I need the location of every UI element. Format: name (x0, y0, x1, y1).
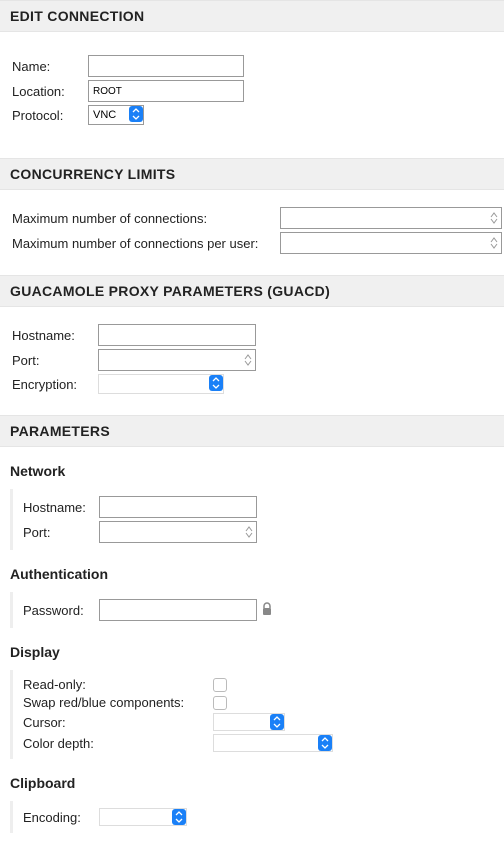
guacd-encryption-select-icon[interactable] (209, 375, 223, 391)
guacd-hostname-input[interactable] (98, 324, 256, 346)
max-conn-user-input[interactable] (280, 232, 502, 254)
guacd-port-stepper-icon[interactable] (244, 351, 254, 369)
name-input[interactable] (88, 55, 244, 77)
subheader-auth: Authentication (0, 558, 504, 590)
max-conn-label: Maximum number of connections: (12, 211, 280, 226)
clip-encoding-label: Encoding: (23, 810, 99, 825)
cursor-select-icon[interactable] (270, 714, 284, 730)
guacd-encryption-select[interactable] (98, 374, 224, 394)
section-header-edit-connection: EDIT CONNECTION (0, 0, 504, 32)
section-header-concurrency: CONCURRENCY LIMITS (0, 158, 504, 190)
max-conn-input[interactable] (280, 207, 502, 229)
lock-icon (261, 602, 273, 619)
cursor-label: Cursor: (23, 715, 213, 730)
guacd-port-label: Port: (12, 353, 98, 368)
protocol-label: Protocol: (12, 108, 88, 123)
section-header-guacd: GUACAMOLE PROXY PARAMETERS (GUACD) (0, 275, 504, 307)
colordepth-select[interactable] (213, 734, 333, 752)
colordepth-label: Color depth: (23, 736, 213, 751)
subheader-clipboard: Clipboard (0, 767, 504, 799)
clip-encoding-select-icon[interactable] (172, 809, 186, 825)
readonly-checkbox[interactable] (213, 678, 227, 692)
net-port-input[interactable] (99, 521, 257, 543)
location-label: Location: (12, 84, 88, 99)
guacd-encryption-label: Encryption: (12, 377, 98, 392)
protocol-select-icon[interactable] (129, 106, 143, 122)
location-input[interactable] (88, 80, 244, 102)
max-conn-user-stepper-icon[interactable] (490, 234, 500, 252)
net-port-stepper-icon[interactable] (245, 523, 255, 541)
max-conn-stepper-icon[interactable] (490, 209, 500, 227)
net-port-label: Port: (23, 525, 99, 540)
name-label: Name: (12, 59, 88, 74)
guacd-hostname-label: Hostname: (12, 328, 98, 343)
swap-checkbox[interactable] (213, 696, 227, 710)
max-conn-user-label: Maximum number of connections per user: (12, 236, 280, 251)
colordepth-select-icon[interactable] (318, 735, 332, 751)
readonly-label: Read-only: (23, 677, 213, 692)
subheader-display: Display (0, 636, 504, 668)
auth-password-input[interactable] (99, 599, 257, 621)
subheader-network: Network (0, 455, 504, 487)
section-header-parameters: PARAMETERS (0, 415, 504, 447)
guacd-port-input[interactable] (98, 349, 256, 371)
auth-password-label: Password: (23, 603, 99, 618)
swap-label: Swap red/blue components: (23, 695, 213, 710)
net-hostname-label: Hostname: (23, 500, 99, 515)
net-hostname-input[interactable] (99, 496, 257, 518)
